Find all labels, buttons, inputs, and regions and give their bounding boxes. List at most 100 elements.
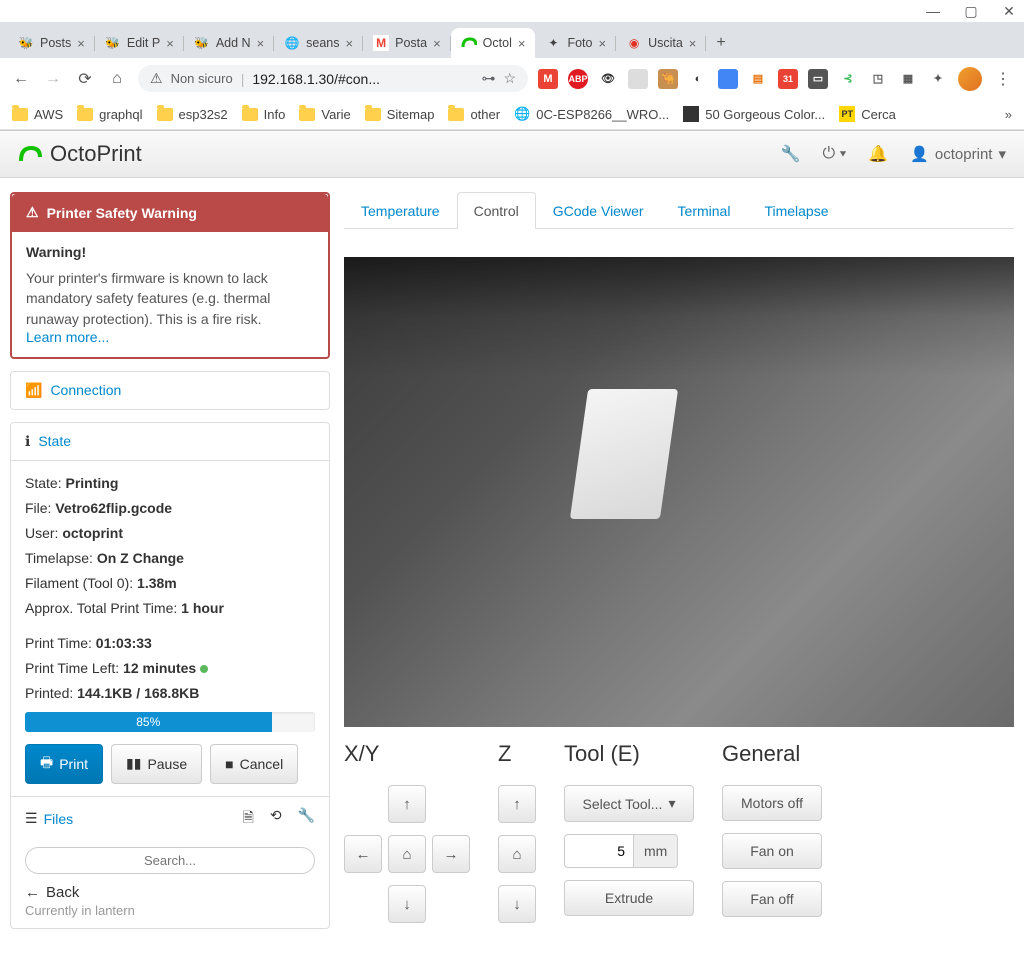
wrench-icon[interactable]: 🔧 bbox=[298, 807, 315, 831]
home-icon[interactable]: ⌂ bbox=[106, 68, 128, 90]
globe-icon: 🌐 bbox=[514, 106, 530, 122]
print-button[interactable]: 🖶Print bbox=[25, 744, 103, 784]
motors-off-button[interactable]: Motors off bbox=[722, 785, 822, 821]
ext-icon[interactable]: 🐫 bbox=[658, 69, 678, 89]
tab-close-icon[interactable]: × bbox=[257, 36, 265, 51]
ext-icon[interactable]: ABP bbox=[568, 69, 588, 89]
wrench-icon[interactable]: 🔧 bbox=[781, 144, 801, 164]
control-panel: X/Y ↑ ← ⌂ → ↓ Z ↑ ⌂ ↓ Tool (E) Select To… bbox=[344, 741, 1014, 923]
tab-terminal[interactable]: Terminal bbox=[661, 192, 748, 229]
bookmarks-overflow-icon[interactable]: » bbox=[1005, 107, 1012, 122]
ext-icon[interactable]: ◳ bbox=[868, 69, 888, 89]
extensions-icon[interactable]: ✦ bbox=[928, 69, 948, 89]
browser-tab[interactable]: 🐝Add N× bbox=[184, 28, 274, 58]
bookmark-item[interactable]: Sitemap bbox=[365, 107, 435, 122]
bookmark-item[interactable]: Varie bbox=[299, 107, 350, 122]
cancel-button[interactable]: ■Cancel bbox=[210, 744, 298, 784]
tab-close-icon[interactable]: × bbox=[433, 36, 441, 51]
jog-x-right-button[interactable]: → bbox=[432, 835, 470, 873]
browser-tab[interactable]: ✦Foto× bbox=[535, 28, 616, 58]
ext-icon[interactable]: ⊰ bbox=[838, 69, 858, 89]
ext-icon[interactable] bbox=[718, 69, 738, 89]
print-icon: 🖶 bbox=[40, 752, 53, 776]
bookmark-item[interactable]: esp32s2 bbox=[157, 107, 228, 122]
brand[interactable]: OctoPrint bbox=[18, 141, 142, 167]
jog-y-down-button[interactable]: ↓ bbox=[388, 885, 426, 923]
browser-tab-active[interactable]: Octol× bbox=[451, 28, 536, 58]
learn-more-link[interactable]: Learn more... bbox=[26, 329, 109, 345]
tab-close-icon[interactable]: × bbox=[77, 36, 85, 51]
ext-icon[interactable] bbox=[628, 69, 648, 89]
ext-icon[interactable]: ▭ bbox=[808, 69, 828, 89]
bookmark-item[interactable]: 🌐0C-ESP8266__WRO... bbox=[514, 106, 669, 122]
warning-title: Warning! bbox=[26, 244, 314, 260]
profile-avatar[interactable] bbox=[958, 67, 982, 91]
ext-icon[interactable]: ▦ bbox=[898, 69, 918, 89]
tool-heading: Tool (E) bbox=[564, 741, 694, 767]
refresh-icon[interactable]: ⟲ bbox=[270, 807, 282, 831]
jog-y-up-button[interactable]: ↑ bbox=[388, 785, 426, 823]
jog-x-left-button[interactable]: ← bbox=[344, 835, 382, 873]
reload-icon[interactable]: ⟳ bbox=[74, 68, 96, 90]
tab-close-icon[interactable]: × bbox=[346, 36, 354, 51]
search-input[interactable] bbox=[25, 847, 315, 874]
close-icon[interactable]: ✕ bbox=[1002, 4, 1016, 18]
browser-tab[interactable]: 🌐seans× bbox=[274, 28, 363, 58]
forward-icon[interactable]: → bbox=[42, 68, 64, 90]
user-menu[interactable]: 👤 octoprint ▾ bbox=[910, 145, 1006, 163]
tab-close-icon[interactable]: × bbox=[689, 36, 697, 51]
bell-icon[interactable]: 🔔 bbox=[868, 144, 888, 164]
browser-tab[interactable]: MPosta× bbox=[363, 28, 451, 58]
address-bar[interactable]: ⚠ Non sicuro | 192.168.1.30/#con... ⊶ ☆ bbox=[138, 65, 528, 92]
tab-control[interactable]: Control bbox=[457, 192, 536, 229]
tab-gcode[interactable]: GCode Viewer bbox=[536, 192, 661, 229]
minimize-icon[interactable]: — bbox=[926, 4, 940, 18]
bookmark-item[interactable]: Info bbox=[242, 107, 286, 122]
new-tab-button[interactable]: + bbox=[706, 28, 735, 58]
key-icon[interactable]: ⊶ bbox=[481, 70, 495, 87]
fan-on-button[interactable]: Fan on bbox=[722, 833, 822, 869]
folder-icon bbox=[242, 108, 258, 121]
files-toggle[interactable]: ☰ Files bbox=[25, 810, 73, 827]
files-back[interactable]: ← Back bbox=[11, 880, 329, 903]
home-xy-button[interactable]: ⌂ bbox=[388, 835, 426, 873]
octoprint-logo-icon bbox=[18, 142, 42, 166]
tab-close-icon[interactable]: × bbox=[518, 36, 526, 51]
tab-close-icon[interactable]: × bbox=[598, 36, 606, 51]
browser-tab[interactable]: 🐝Edit P× bbox=[95, 28, 184, 58]
tab-temperature[interactable]: Temperature bbox=[344, 192, 457, 229]
bookmark-item[interactable]: graphql bbox=[77, 107, 142, 122]
bookmark-item[interactable]: other bbox=[448, 107, 500, 122]
folder-icon bbox=[157, 108, 173, 121]
xy-heading: X/Y bbox=[344, 741, 470, 767]
fan-off-button[interactable]: Fan off bbox=[722, 881, 822, 917]
bookmark-item[interactable]: AWS bbox=[12, 107, 63, 122]
ext-icon[interactable]: 31 bbox=[778, 69, 798, 89]
browser-tab[interactable]: ◉Uscita× bbox=[616, 28, 706, 58]
home-z-button[interactable]: ⌂ bbox=[498, 835, 536, 873]
maximize-icon[interactable]: ▢ bbox=[964, 4, 978, 18]
file-icon[interactable]: 🗎 bbox=[243, 807, 254, 831]
ext-icon[interactable]: ▤ bbox=[748, 69, 768, 89]
jog-z-up-button[interactable]: ↑ bbox=[498, 785, 536, 823]
connection-header[interactable]: 📶 Connection bbox=[11, 372, 329, 409]
distance-input[interactable] bbox=[564, 834, 634, 868]
extrude-button[interactable]: Extrude bbox=[564, 880, 694, 916]
power-icon[interactable]: ⏻ ▾ bbox=[822, 145, 846, 163]
ext-icon[interactable]: M bbox=[538, 69, 558, 89]
pause-button[interactable]: ▮▮Pause bbox=[111, 744, 202, 784]
star-icon[interactable]: ☆ bbox=[503, 70, 516, 87]
bookmark-item[interactable]: PTCerca bbox=[839, 106, 896, 122]
tab-close-icon[interactable]: × bbox=[166, 36, 174, 51]
browser-tab[interactable]: 🐝Posts× bbox=[8, 28, 95, 58]
tab-timelapse[interactable]: Timelapse bbox=[747, 192, 845, 229]
bookmarks-bar: AWS graphql esp32s2 Info Varie Sitemap o… bbox=[0, 99, 1024, 130]
menu-icon[interactable]: ⋮ bbox=[992, 68, 1014, 90]
ext-icon[interactable]: 👁 bbox=[598, 69, 618, 89]
ext-icon[interactable]: ◐ bbox=[688, 69, 708, 89]
bookmark-item[interactable]: 50 Gorgeous Color... bbox=[683, 106, 825, 122]
state-header[interactable]: ℹ State bbox=[11, 423, 329, 461]
back-icon[interactable]: ← bbox=[10, 68, 32, 90]
tool-select[interactable]: Select Tool...▾ bbox=[564, 785, 694, 822]
jog-z-down-button[interactable]: ↓ bbox=[498, 885, 536, 923]
